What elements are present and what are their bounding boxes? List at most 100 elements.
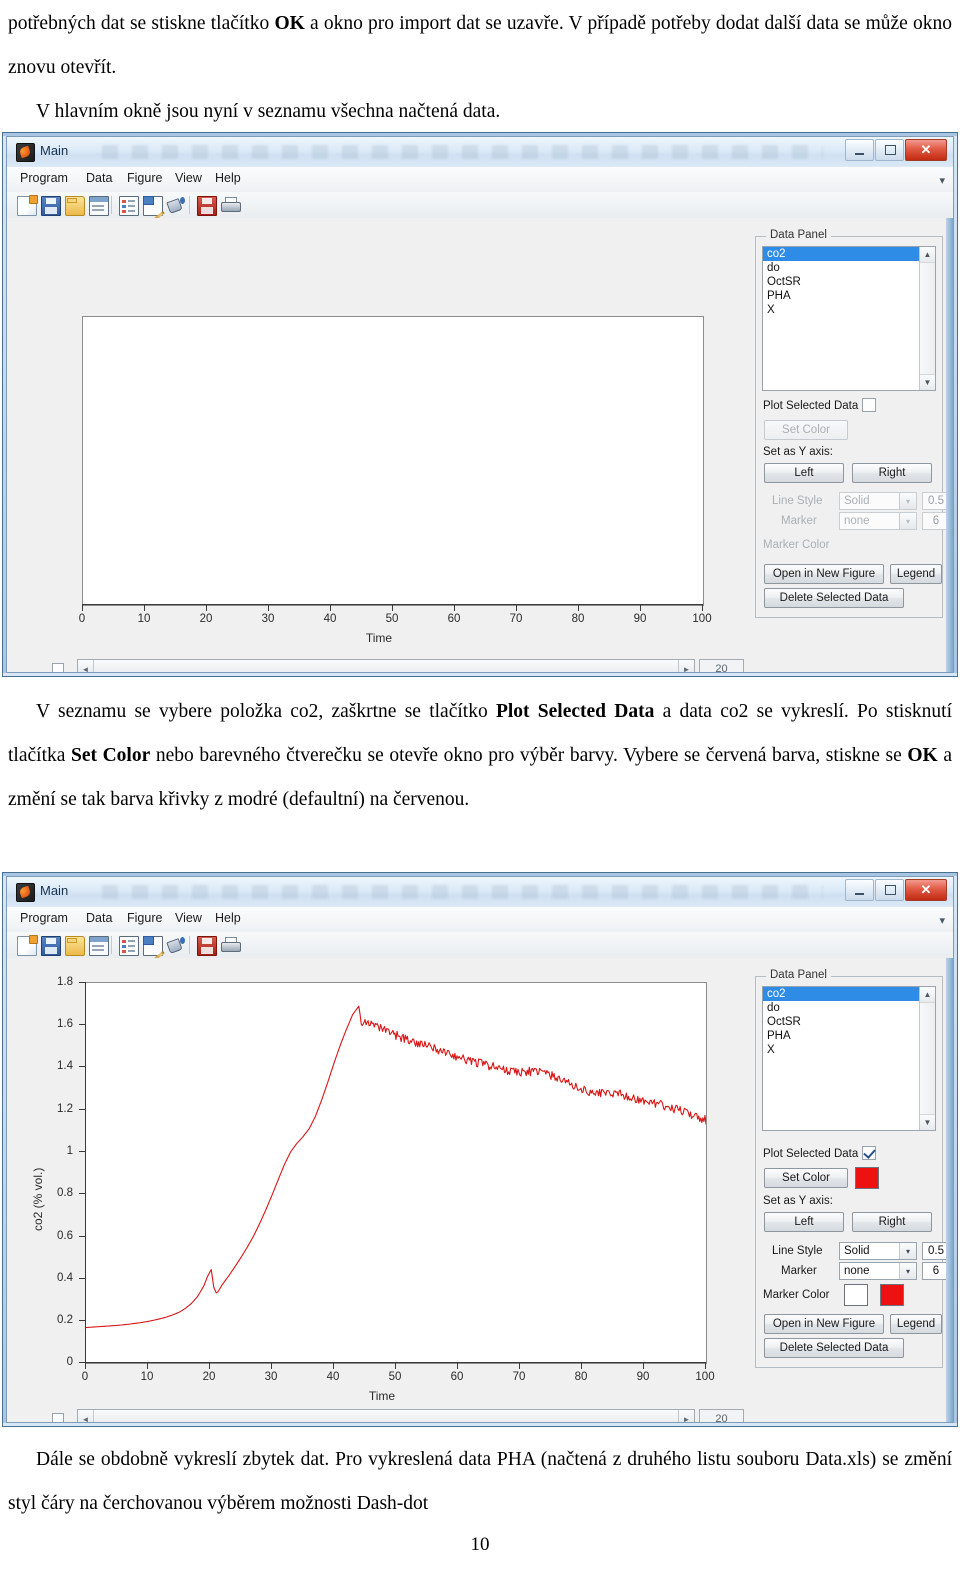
- list-item-pha[interactable]: PHA: [763, 1029, 920, 1043]
- line-style-select[interactable]: Solid ▾: [839, 492, 917, 510]
- list-scroll-up-icon[interactable]: ▲: [920, 247, 935, 263]
- status-checkbox[interactable]: [52, 1413, 64, 1422]
- plot-area-co2[interactable]: 1.8 1.6 1.4 1.2 1 0.8 0.6 0.4 0.2 0 co2 …: [19, 966, 744, 1422]
- plot-canvas[interactable]: [85, 982, 707, 1364]
- plot-selected-data-checkbox[interactable]: [862, 1146, 876, 1160]
- set-color-button[interactable]: Set Color: [764, 1168, 848, 1188]
- list-item-x[interactable]: X: [763, 303, 920, 317]
- menu-figure[interactable]: Figure: [127, 171, 162, 185]
- list-item-do[interactable]: do: [763, 261, 920, 275]
- save-icon[interactable]: [41, 196, 61, 216]
- menu-help[interactable]: Help: [215, 911, 241, 925]
- paint-bucket-icon[interactable]: [167, 936, 185, 954]
- new-file-icon[interactable]: [17, 935, 38, 956]
- marker-select[interactable]: none ▾: [839, 1262, 917, 1280]
- edit-icon[interactable]: [143, 196, 163, 216]
- open-folder-icon[interactable]: [65, 196, 85, 216]
- legend-button[interactable]: Legend: [890, 564, 942, 584]
- edit-icon[interactable]: [143, 936, 163, 956]
- list-vertical-scrollbar[interactable]: ▲ ▼: [919, 987, 935, 1130]
- list-item-octsr[interactable]: OctSR: [763, 275, 920, 289]
- menu-data[interactable]: Data: [86, 911, 112, 925]
- menu-figure[interactable]: Figure: [127, 911, 162, 925]
- scroll-right-arrow[interactable]: ►: [678, 660, 694, 672]
- status-checkbox[interactable]: [52, 663, 64, 672]
- list-item-x[interactable]: X: [763, 1043, 920, 1057]
- open-in-new-figure-button[interactable]: Open in New Figure: [764, 1314, 884, 1334]
- table-icon[interactable]: [119, 936, 139, 956]
- window-buttons[interactable]: ✕: [845, 879, 947, 901]
- line-style-select[interactable]: Solid ▾: [839, 1242, 917, 1260]
- plot-selected-data-checkbox[interactable]: [862, 398, 876, 412]
- table-icon[interactable]: [119, 196, 139, 216]
- menu-bar[interactable]: Program Data Figure View Help ▾: [7, 907, 953, 933]
- main-window-with-plot[interactable]: Main ✕ Program Data Figure View Help ▾ 1…: [2, 872, 958, 1427]
- set-y-right-button[interactable]: Right: [852, 1212, 932, 1232]
- scroll-value-box[interactable]: 20: [699, 1409, 744, 1422]
- horizontal-scrollbar[interactable]: ◄ ►: [77, 1409, 695, 1422]
- scroll-right-arrow[interactable]: ►: [678, 1410, 694, 1422]
- list-item-co2[interactable]: co2: [763, 987, 920, 1001]
- set-y-left-button[interactable]: Left: [764, 1212, 844, 1232]
- save-figure-icon[interactable]: [197, 936, 217, 956]
- list-vertical-scrollbar[interactable]: ▲ ▼: [919, 247, 935, 390]
- marker-chevron-down-icon[interactable]: ▾: [899, 1263, 916, 1279]
- maximize-button[interactable]: [875, 139, 904, 161]
- maximize-button[interactable]: [875, 879, 904, 901]
- save-figure-icon[interactable]: [197, 196, 217, 216]
- minimize-button[interactable]: [845, 879, 874, 901]
- menu-view[interactable]: View: [175, 171, 202, 185]
- line-style-chevron-down-icon[interactable]: ▾: [899, 493, 916, 509]
- set-y-left-button[interactable]: Left: [764, 463, 844, 483]
- window-icon[interactable]: [89, 196, 109, 216]
- list-item-pha[interactable]: PHA: [763, 289, 920, 303]
- legend-button[interactable]: Legend: [890, 1314, 942, 1334]
- window-icon[interactable]: [89, 936, 109, 956]
- delete-selected-data-button[interactable]: Delete Selected Data: [764, 588, 904, 608]
- plot-scroll-strip[interactable]: ◄ ► 20: [19, 658, 744, 672]
- scroll-left-arrow[interactable]: ◄: [78, 1410, 94, 1422]
- menu-help[interactable]: Help: [215, 171, 241, 185]
- delete-selected-data-button[interactable]: Delete Selected Data: [764, 1338, 904, 1358]
- plot-area-empty[interactable]: 0 10 20 30 40 50 60 70 80 90 100 Time: [19, 226, 744, 672]
- paint-bucket-icon[interactable]: [167, 196, 185, 214]
- marker-face-color-swatch[interactable]: [844, 1284, 868, 1306]
- toolbar[interactable]: [7, 192, 953, 219]
- scroll-left-arrow[interactable]: ◄: [78, 660, 94, 672]
- set-color-swatch[interactable]: [855, 1167, 879, 1189]
- plot-scroll-strip[interactable]: ◄ ► 20: [19, 1408, 744, 1422]
- close-button[interactable]: ✕: [905, 879, 947, 901]
- toolbar[interactable]: [7, 932, 953, 959]
- main-window-empty-plot[interactable]: Main ✕ Program Data Figure View Help ▾ 0…: [2, 132, 958, 677]
- list-item-do[interactable]: do: [763, 1001, 920, 1015]
- menu-overflow-icon[interactable]: ▾: [939, 914, 945, 927]
- set-color-button[interactable]: Set Color: [764, 420, 848, 440]
- menu-program[interactable]: Program: [20, 911, 68, 925]
- scroll-value-box[interactable]: 20: [699, 659, 744, 672]
- print-icon[interactable]: [221, 936, 241, 954]
- marker-select[interactable]: none ▾: [839, 512, 917, 530]
- list-scroll-down-icon[interactable]: ▼: [920, 374, 935, 390]
- menu-program[interactable]: Program: [20, 171, 68, 185]
- list-item-octsr[interactable]: OctSR: [763, 1015, 920, 1029]
- print-icon[interactable]: [221, 196, 241, 214]
- menu-bar[interactable]: Program Data Figure View Help ▾: [7, 167, 953, 193]
- menu-overflow-icon[interactable]: ▾: [939, 174, 945, 187]
- close-button[interactable]: ✕: [905, 139, 947, 161]
- open-folder-icon[interactable]: [65, 936, 85, 956]
- save-icon[interactable]: [41, 936, 61, 956]
- line-style-chevron-down-icon[interactable]: ▾: [899, 1243, 916, 1259]
- plot-canvas[interactable]: [82, 316, 704, 606]
- new-file-icon[interactable]: [17, 195, 38, 216]
- window-buttons[interactable]: ✕: [845, 139, 947, 161]
- minimize-button[interactable]: [845, 139, 874, 161]
- list-item-co2[interactable]: co2: [763, 247, 920, 261]
- menu-view[interactable]: View: [175, 911, 202, 925]
- data-list[interactable]: co2 do OctSR PHA X ▲ ▼: [762, 986, 936, 1131]
- list-scroll-down-icon[interactable]: ▼: [920, 1114, 935, 1130]
- set-y-right-button[interactable]: Right: [852, 463, 932, 483]
- menu-data[interactable]: Data: [86, 171, 112, 185]
- marker-edge-color-swatch[interactable]: [880, 1284, 904, 1306]
- data-list[interactable]: co2 do OctSR PHA X ▲ ▼: [762, 246, 936, 391]
- list-scroll-up-icon[interactable]: ▲: [920, 987, 935, 1003]
